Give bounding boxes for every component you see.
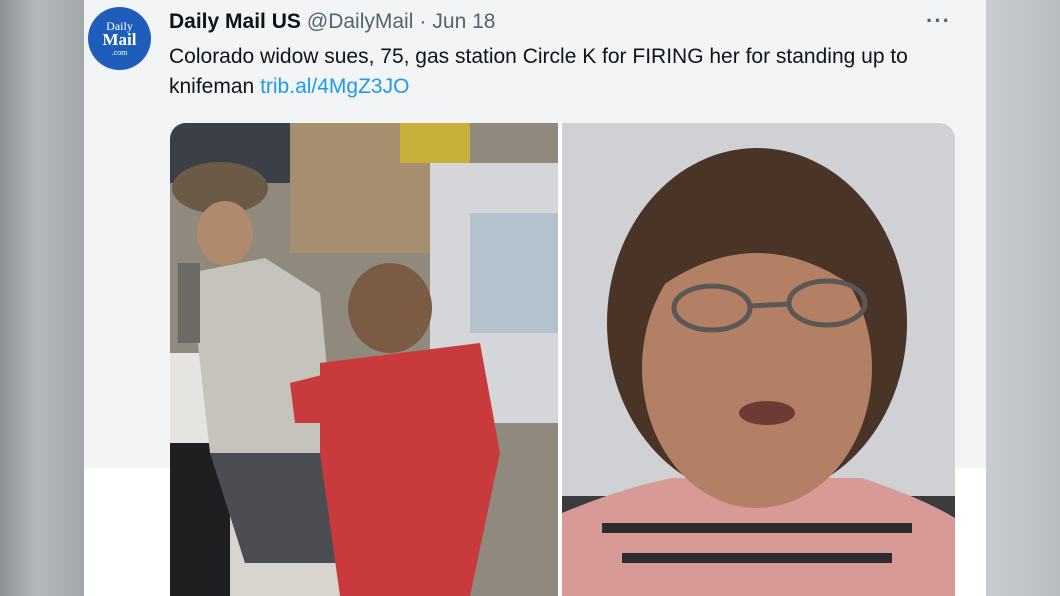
header-separator: ·: [419, 10, 427, 33]
tweet-link[interactable]: trib.al/4MgZ3JO: [260, 75, 409, 98]
portrait-photo-icon: [562, 123, 955, 596]
avatar-logo-line-3: .com: [111, 48, 128, 57]
surveillance-photo-icon: [170, 123, 558, 596]
avatar-logo-line-2: Mail: [102, 30, 137, 49]
avatar[interactable]: Daily Mail .com: [88, 7, 151, 70]
background-left: [0, 0, 84, 596]
more-options-icon[interactable]: ···: [926, 8, 951, 34]
tweet-header: Daily Mail US @DailyMail · Jun 18: [169, 10, 495, 36]
author-handle[interactable]: @DailyMail: [307, 10, 414, 34]
surveillance-photo[interactable]: [170, 123, 558, 596]
tweet-date[interactable]: Jun 18: [432, 10, 495, 34]
background-right: [986, 0, 1060, 596]
portrait-photo[interactable]: [562, 123, 955, 596]
tweet-text: Colorado widow sues, 75, gas station Cir…: [169, 42, 949, 102]
tweet-media[interactable]: [170, 123, 955, 596]
author-name[interactable]: Daily Mail US: [169, 10, 301, 34]
tweet-card[interactable]: Daily Mail .com Daily Mail US @DailyMail…: [84, 0, 986, 596]
